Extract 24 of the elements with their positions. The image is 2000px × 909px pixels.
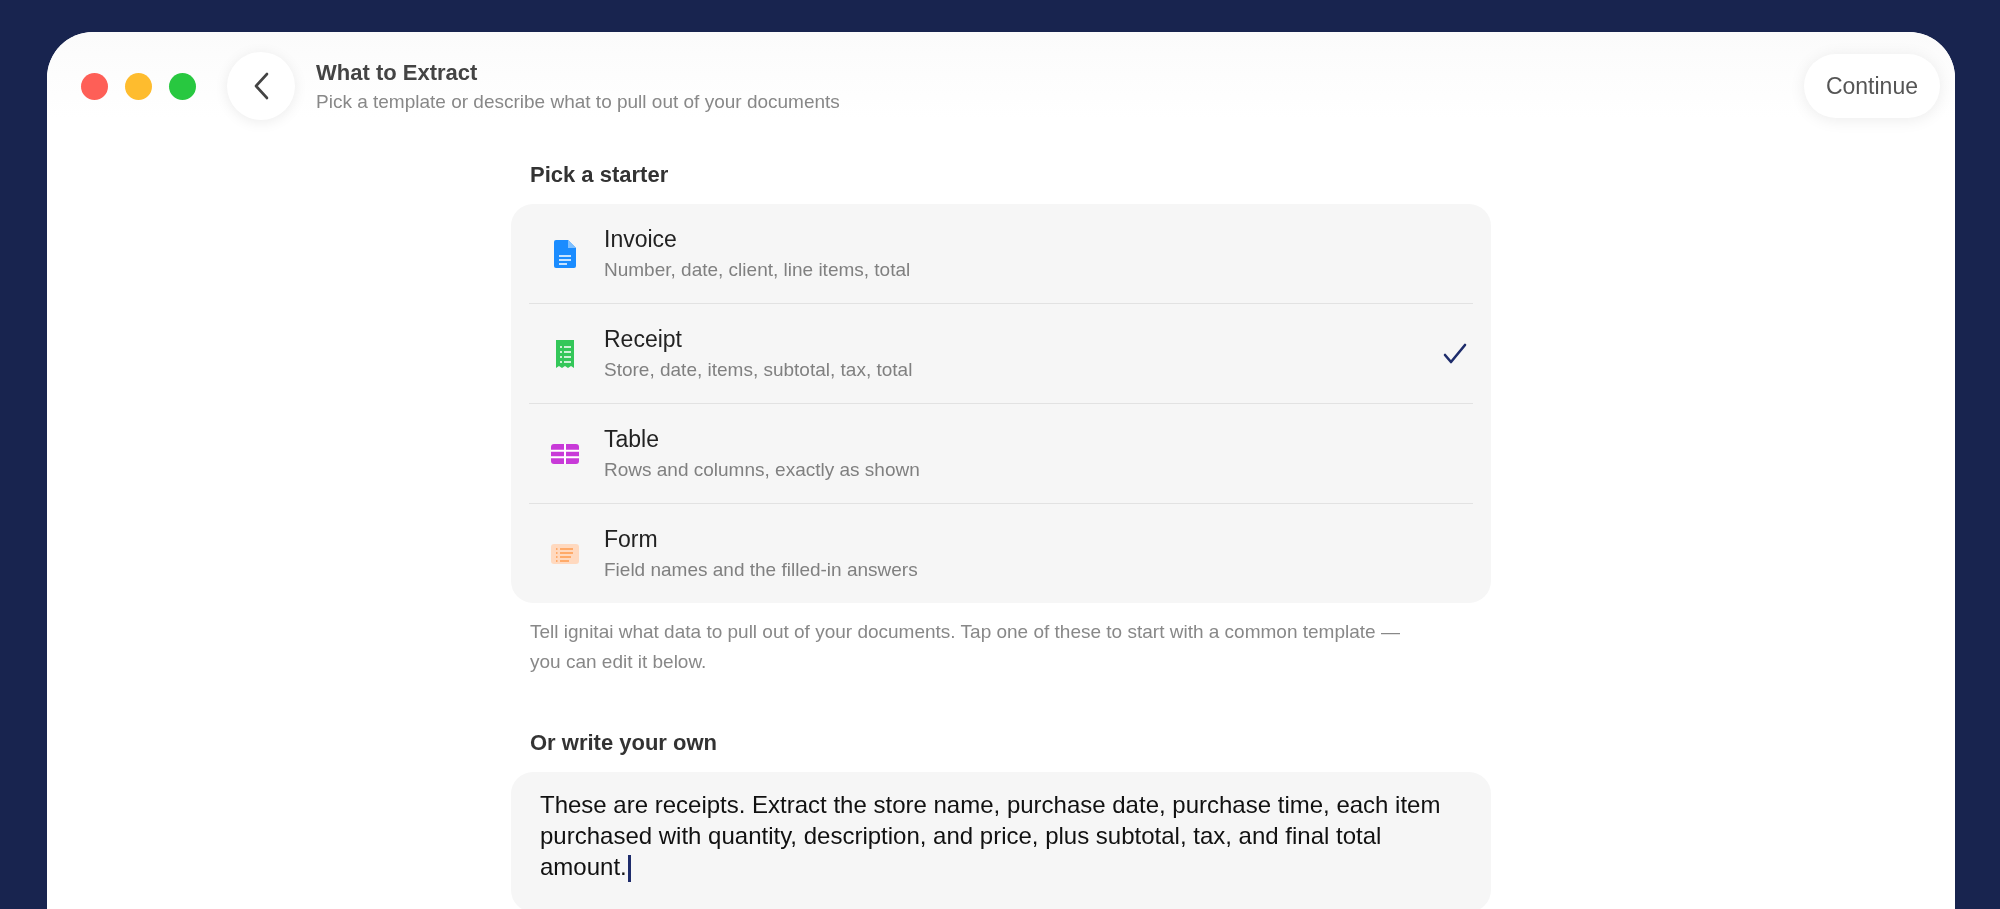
starter-option[interactable]: Table Rows and columns, exactly as shown (529, 404, 1473, 504)
section-heading: Pick a starter (530, 162, 670, 189)
continue-button[interactable]: Continue (1803, 54, 1940, 118)
section-heading: Or write your own (530, 730, 719, 757)
option-title: Invoice (604, 226, 678, 253)
help-text: Tell ignitai what data to pull out of your documents. Tap one of these to start with a common template — you can edit it below. (530, 620, 1401, 674)
minimize-button[interactable] (125, 72, 152, 100)
window-title: What to Extract (316, 59, 479, 86)
window-subtitle: Pick a template or describe what to pull out of your documents (316, 90, 841, 113)
zoom-button[interactable] (169, 72, 196, 100)
option-description: Store, date, items, subtotal, tax, total (604, 359, 914, 381)
starter-option[interactable]: Receipt Store, date, items, subtotal, tax, total (529, 304, 1473, 404)
starter-option[interactable]: Form Field names and the filled-in answers (529, 504, 1473, 603)
option-description: Field names and the filled-in answers (604, 559, 919, 581)
option-title: Table (604, 426, 660, 453)
option-title: Receipt (604, 326, 683, 353)
option-description: Rows and columns, exactly as shown (604, 459, 921, 481)
prompt-text-field[interactable]: These are receipts. Extract the store name, purchase date, purchase time, each item purchased with quantity, description, and price, plus subtotal, tax, and final total amount. (511, 772, 1491, 909)
option-title: Form (604, 526, 659, 553)
chevron-left-icon (253, 72, 269, 100)
starter-option[interactable]: Invoice Number, date, client, line items, total (529, 204, 1473, 304)
text-cursor (627, 855, 631, 883)
option-description: Number, date, client, line items, total (604, 259, 912, 281)
close-button[interactable] (81, 72, 108, 100)
